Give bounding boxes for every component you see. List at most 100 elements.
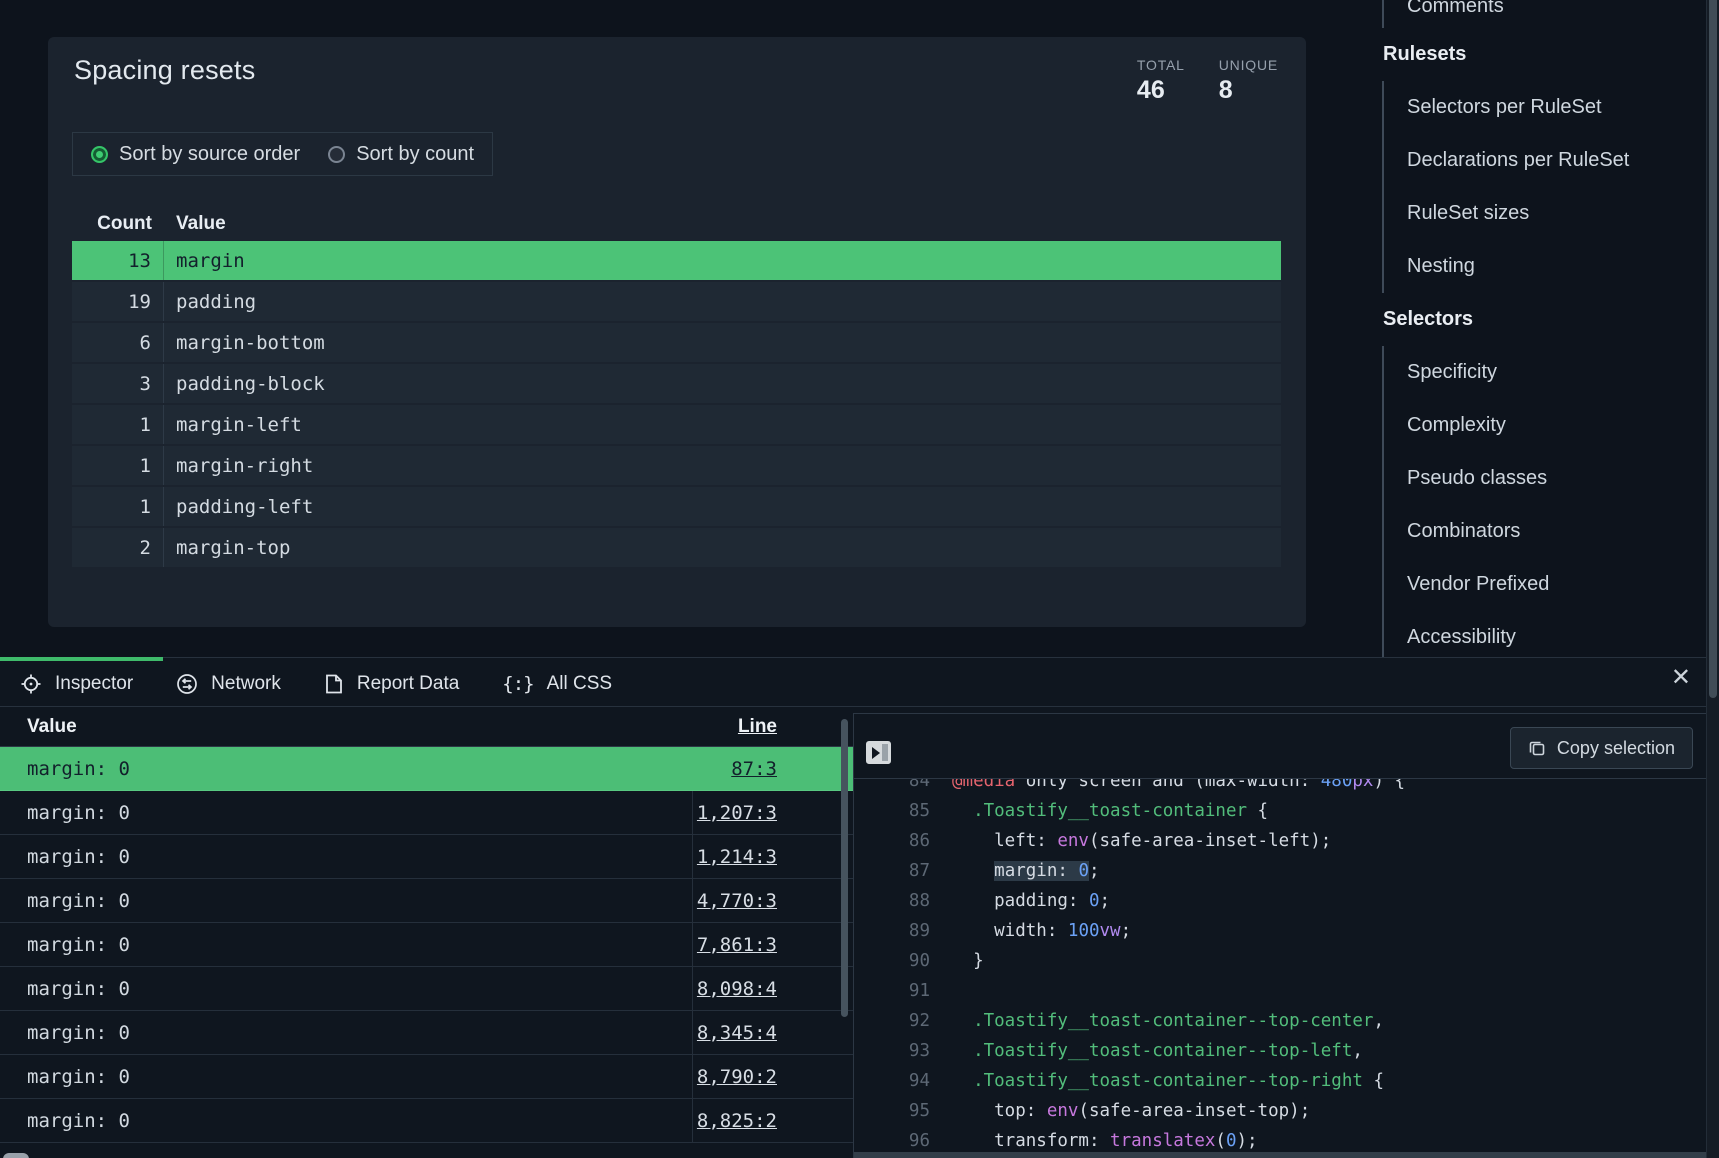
sort-option-count[interactable]: Sort by count [328,143,474,166]
table-row[interactable]: 3padding-block [72,364,1281,403]
row-count: 6 [72,323,164,362]
table-row[interactable]: 13margin [72,241,1281,280]
code-text: .Toastify__toast-container--top-right { [930,1066,1384,1096]
stat-total-value: 46 [1137,76,1185,105]
toggle-file-tree-icon[interactable] [866,741,891,764]
sidebar-item-specificity[interactable]: Specificity [1384,346,1706,399]
code-text [930,976,952,1006]
page-scrollbar-thumb[interactable] [1709,0,1717,698]
code-line: 84@media only screen and (max-width: 480… [854,778,1719,796]
page-scrollbar-track[interactable] [1706,0,1719,1158]
document-icon [324,673,344,695]
table-row[interactable]: 1padding-left [72,487,1281,526]
table-row[interactable]: 19padding [72,282,1281,321]
stats: TOTAL 46 UNIQUE 8 [1137,57,1278,105]
close-panel-button[interactable]: ✕ [1671,666,1691,690]
inspector-row[interactable]: margin: 08,098:4 [0,967,853,1011]
code-area: 84@media only screen and (max-width: 480… [854,778,1719,1152]
inspector-row[interactable]: margin: 01,207:3 [0,791,853,835]
code-token [952,1071,973,1091]
network-transfer-icon [176,673,198,695]
tab-label: Network [211,673,281,695]
inspector-row[interactable]: margin: 0 87:3 [0,747,853,791]
line-link[interactable]: 7,861:3 [697,934,777,956]
tab-inspector[interactable]: Inspector [20,673,133,695]
code-line: 94 .Toastify__toast-container--top-right… [854,1066,1719,1096]
row-count: 3 [72,364,164,403]
stat-unique-value: 8 [1219,76,1278,105]
sidebar-item-combinators[interactable]: Combinators [1384,505,1706,558]
code-token: px [1352,778,1373,791]
stat-unique: UNIQUE 8 [1219,57,1278,105]
code-token: env [1057,831,1089,851]
inspector-row[interactable]: margin: 08,790:2 [0,1055,853,1099]
line-link[interactable]: 87:3 [731,758,777,780]
table-row[interactable]: 2margin-top [72,528,1281,567]
inspector-results-pane: Value Line margin: 087:3margin: 01,207:3… [0,708,853,1158]
code-text: } [930,946,984,976]
line-link[interactable]: 8,098:4 [697,978,777,1000]
page-title: Spacing resets [74,55,255,86]
line-link[interactable]: 1,207:3 [697,802,777,824]
inspector-row[interactable]: margin: 08,825:2 [0,1099,853,1143]
copy-selection-button[interactable]: Copy selection [1510,727,1693,769]
inspector-vertical-scrollbar-thumb[interactable] [841,719,848,1017]
sidebar-item-pseudo-classes[interactable]: Pseudo classes [1384,452,1706,505]
row-value: padding [164,291,1281,313]
tab-network[interactable]: Network [176,673,281,695]
row-count: 2 [72,528,164,567]
declaration-value: margin: 0 [0,758,692,780]
stat-total: TOTAL 46 [1137,57,1185,105]
line-number: 87 [854,856,930,886]
crosshair-icon [20,673,42,695]
tab-report-data[interactable]: Report Data [324,673,459,695]
radio-label: Sort by count [356,143,474,166]
inspector-row[interactable]: margin: 01,214:3 [0,835,853,879]
line-link[interactable]: 8,825:2 [697,1110,777,1132]
tab-all-css[interactable]: {:}All CSS [502,673,612,695]
tab-label: Inspector [55,673,133,695]
inspector-row[interactable]: margin: 08,345:4 [0,1011,853,1055]
sidebar-item-complexity[interactable]: Complexity [1384,399,1706,452]
line-link[interactable]: 1,214:3 [697,846,777,868]
sidebar-item-nesting[interactable]: Nesting [1384,240,1706,293]
code-line: 96 transform: translatex(0); [854,1126,1719,1152]
line-cell: 1,207:3 [692,791,853,834]
code-line: 91 [854,976,1719,1006]
row-count: 1 [72,405,164,444]
inspector-horizontal-scrollbar-thumb[interactable] [3,1153,29,1158]
table-header-row: Count Value [72,207,1281,241]
line-number: 95 [854,1096,930,1126]
code-line: 88 padding: 0; [854,886,1719,916]
row-value: padding-left [164,496,1281,518]
line-link[interactable]: 8,790:2 [697,1066,777,1088]
copy-selection-label: Copy selection [1557,738,1675,759]
inspector-line-header[interactable]: Line [692,716,853,738]
table-row[interactable]: 1margin-left [72,405,1281,444]
sidebar-item-vendor-prefixed[interactable]: Vendor Prefixed [1384,558,1706,611]
inspector-row[interactable]: margin: 04,770:3 [0,879,853,923]
row-count: 1 [72,446,164,485]
code-token: vw [1100,921,1121,941]
code-token: .Toastify__toast-container--top-right [973,1071,1363,1091]
table-row[interactable]: 6margin-bottom [72,323,1281,362]
line-cell: 4,770:3 [692,879,853,922]
sort-option-source-order[interactable]: Sort by source order [91,143,300,166]
stat-total-label: TOTAL [1137,57,1185,73]
sort-radio-group: Sort by source order Sort by count [72,132,493,176]
code-text: top: env(safe-area-inset-top); [930,1096,1310,1126]
sidebar-item-declarations-per-ruleset[interactable]: Declarations per RuleSet [1384,134,1706,187]
code-line: 87 margin: 0; [854,856,1719,886]
sidebar-item-comments[interactable]: Comments [1384,0,1706,28]
code-token: margin: [994,861,1078,881]
inspector-row[interactable]: margin: 07,861:3 [0,923,853,967]
line-link[interactable]: 4,770:3 [697,890,777,912]
table-row[interactable]: 1margin-right [72,446,1281,485]
code-horizontal-scrollbar[interactable] [854,1152,1719,1158]
sidebar-item-ruleset-sizes[interactable]: RuleSet sizes [1384,187,1706,240]
sidebar-item-selectors-per-ruleset[interactable]: Selectors per RuleSet [1384,81,1706,134]
line-cell: 8,345:4 [692,1011,853,1054]
code-token: .Toastify__toast-container [973,801,1247,821]
code-token: left: [952,831,1057,851]
line-link[interactable]: 8,345:4 [697,1022,777,1044]
